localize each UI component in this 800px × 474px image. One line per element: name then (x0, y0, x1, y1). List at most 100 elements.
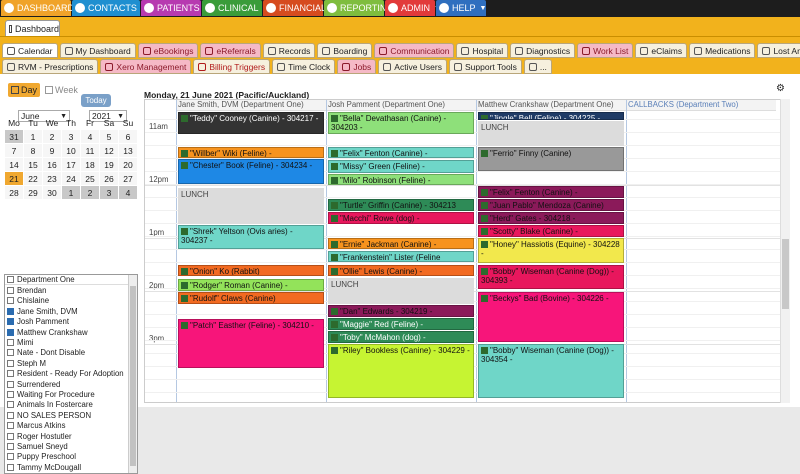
appointment[interactable]: "Chester" Book (Feline) - 304234 - (178, 159, 324, 184)
calendar-day[interactable]: 5 (100, 130, 118, 143)
calendar-day[interactable]: 26 (100, 172, 118, 185)
staff-item[interactable]: NO SALES PERSON (5, 410, 137, 420)
appointment[interactable]: "Rudolf" Claws (Canine) (178, 292, 324, 304)
calendar-day[interactable]: 20 (119, 158, 137, 171)
calendar-day[interactable]: 4 (119, 186, 137, 199)
tab-communication[interactable]: Communication (374, 43, 455, 58)
department-checkbox[interactable] (7, 276, 14, 284)
appointment[interactable]: "Herd" Gates - 304218 - (478, 212, 624, 224)
calendar-day[interactable]: 7 (5, 144, 23, 157)
staff-item[interactable]: Roger Hostutler (5, 431, 137, 441)
appointment[interactable]: "Turtle" Griffin (Canine) - 304213 (328, 199, 474, 211)
staff-checkbox[interactable] (7, 359, 14, 367)
calendar-day[interactable]: 23 (43, 172, 61, 185)
calendar-day[interactable]: 2 (43, 130, 61, 143)
tab-my-dashboard[interactable]: My Dashboard (59, 43, 136, 58)
calendar-day[interactable]: 4 (81, 130, 99, 143)
tab--[interactable]: ... (523, 59, 552, 74)
department-header[interactable]: Department One (5, 275, 137, 286)
appointment[interactable]: "Toby" McMahon (dog) - (328, 331, 474, 343)
appointment[interactable]: "Rodger" Roman (Canine) - (178, 279, 324, 291)
appointment[interactable]: "Ferrio" Finny (Canine) (478, 147, 624, 171)
staff-checkbox[interactable] (7, 339, 14, 347)
staff-checkbox[interactable] (7, 328, 14, 336)
appointment[interactable]: "Riley" Bookless (Canine) - 304229 - (328, 344, 474, 398)
staff-item[interactable]: Josh Pamment (5, 317, 137, 327)
staff-checkbox[interactable] (7, 287, 14, 295)
calendar-day[interactable]: 1 (24, 130, 42, 143)
calendar-day[interactable]: 16 (43, 158, 61, 171)
calendar-day[interactable]: 27 (119, 172, 137, 185)
menu-clinical[interactable]: CLINICAL▼ (202, 0, 269, 16)
tab-lost-and-found[interactable]: Lost And Found (757, 43, 800, 58)
tab-hospital[interactable]: Hospital (456, 43, 509, 58)
tab-work-list[interactable]: Work List (577, 43, 634, 58)
menu-admin[interactable]: ADMIN▼ (385, 0, 441, 16)
calendar-day[interactable]: 3 (100, 186, 118, 199)
calendar-day[interactable]: 9 (43, 144, 61, 157)
staff-item[interactable]: Waiting For Procedure (5, 389, 137, 399)
staff-item[interactable]: Matthew Crankshaw (5, 327, 137, 337)
appointment[interactable]: "Dan" Edwards - 304219 - (328, 305, 474, 317)
staff-item[interactable]: Puppy Preschool (5, 452, 137, 462)
staff-item[interactable]: Resident - Ready For Adoption (5, 369, 137, 379)
staff-checkbox[interactable] (7, 401, 14, 409)
tab-boarding[interactable]: Boarding (317, 43, 373, 58)
staff-checkbox[interactable] (7, 453, 14, 461)
tab-ereferrals[interactable]: eReferrals (200, 43, 261, 58)
calendar-day[interactable]: 15 (24, 158, 42, 171)
staff-checkbox[interactable] (7, 411, 14, 419)
appointment[interactable]: "Felix" Fenton (Canine) - (328, 147, 474, 158)
appointment[interactable]: "Onion" Ko (Rabbit) (178, 265, 324, 276)
calendar-day[interactable]: 31 (5, 130, 23, 143)
tab-time-clock[interactable]: Time Clock (272, 59, 336, 74)
appointment[interactable]: "Scotty" Blake (Canine) - (478, 225, 624, 237)
appointment[interactable]: "Jingle" Bell (Feline) - 304225 - (478, 112, 624, 120)
calendar-day[interactable]: 21 (5, 172, 23, 185)
calendar-day[interactable]: 30 (43, 186, 61, 199)
staff-checkbox[interactable] (7, 463, 14, 471)
calendar-day[interactable]: 8 (24, 144, 42, 157)
tab-records[interactable]: Records (262, 43, 316, 58)
appointment[interactable]: "Bobby" Wiseman (Canine (Dog)) - 304393 … (478, 265, 624, 289)
day-view-button[interactable]: Day (8, 83, 41, 97)
staff-checkbox[interactable] (7, 297, 14, 305)
appointment[interactable]: "Teddy" Cooney (Canine) - 304217 - (178, 112, 324, 134)
staff-item[interactable]: Samuel Sneyd (5, 441, 137, 451)
menu-patients[interactable]: PATIENTS▼ (141, 0, 211, 16)
menu-financial[interactable]: FINANCIAL▼ (263, 0, 337, 16)
staff-checkbox[interactable] (7, 318, 14, 326)
tab-xero-management[interactable]: Xero Management (100, 59, 192, 74)
appointment[interactable]: "Frankenstein" Lister (Feline (328, 251, 474, 262)
calendar-day[interactable]: 11 (81, 144, 99, 157)
staff-item[interactable]: Tammy McDougall (5, 462, 137, 472)
tab-eclaims[interactable]: eClaims (635, 43, 688, 58)
list-scrollbar[interactable] (128, 275, 137, 473)
staff-checkbox[interactable] (7, 380, 14, 388)
staff-checkbox[interactable] (7, 349, 14, 357)
staff-item[interactable]: Brendan (5, 285, 137, 295)
gear-icon[interactable]: ⚙ (776, 83, 785, 94)
tab-billing-triggers[interactable]: Billing Triggers (193, 59, 271, 74)
appointment[interactable]: "Bobby" Wiseman (Canine (Dog)) - 304354 … (478, 344, 624, 398)
calendar-day[interactable]: 14 (5, 158, 23, 171)
staff-checkbox[interactable] (7, 307, 14, 315)
tab-jobs[interactable]: Jobs (337, 59, 377, 74)
appointment[interactable]: "Beckys" Bad (Bovine) - 304226 - (478, 292, 624, 342)
calendar-day[interactable]: 12 (100, 144, 118, 157)
appointment[interactable]: "Honey" Hassiotis (Equine) - 304228 - (478, 238, 624, 263)
calendar-day[interactable]: 13 (119, 144, 137, 157)
dashboard-tab[interactable]: Dashboard (5, 20, 60, 36)
calendar-day[interactable]: 18 (81, 158, 99, 171)
staff-item[interactable]: Chislaine (5, 296, 137, 306)
appointment[interactable]: "Bella" Devathasan (Canine) - 304203 - (328, 112, 474, 134)
appointment[interactable]: "Ollie" Lewis (Canine) - (328, 265, 474, 276)
tab-diagnostics[interactable]: Diagnostics (510, 43, 576, 58)
appointment[interactable]: "Macchi" Rowe (dog) - (328, 212, 474, 224)
menu-dashboard[interactable]: DASHBOARD▼ (1, 0, 85, 16)
calendar-day[interactable]: 22 (24, 172, 42, 185)
week-view-button[interactable]: Week (42, 83, 81, 97)
appointment[interactable]: "Milo" Robinson (Feline) - (328, 174, 474, 185)
tab-support-tools[interactable]: Support Tools (449, 59, 522, 74)
menu-contacts[interactable]: CONTACTS▼ (72, 0, 148, 16)
